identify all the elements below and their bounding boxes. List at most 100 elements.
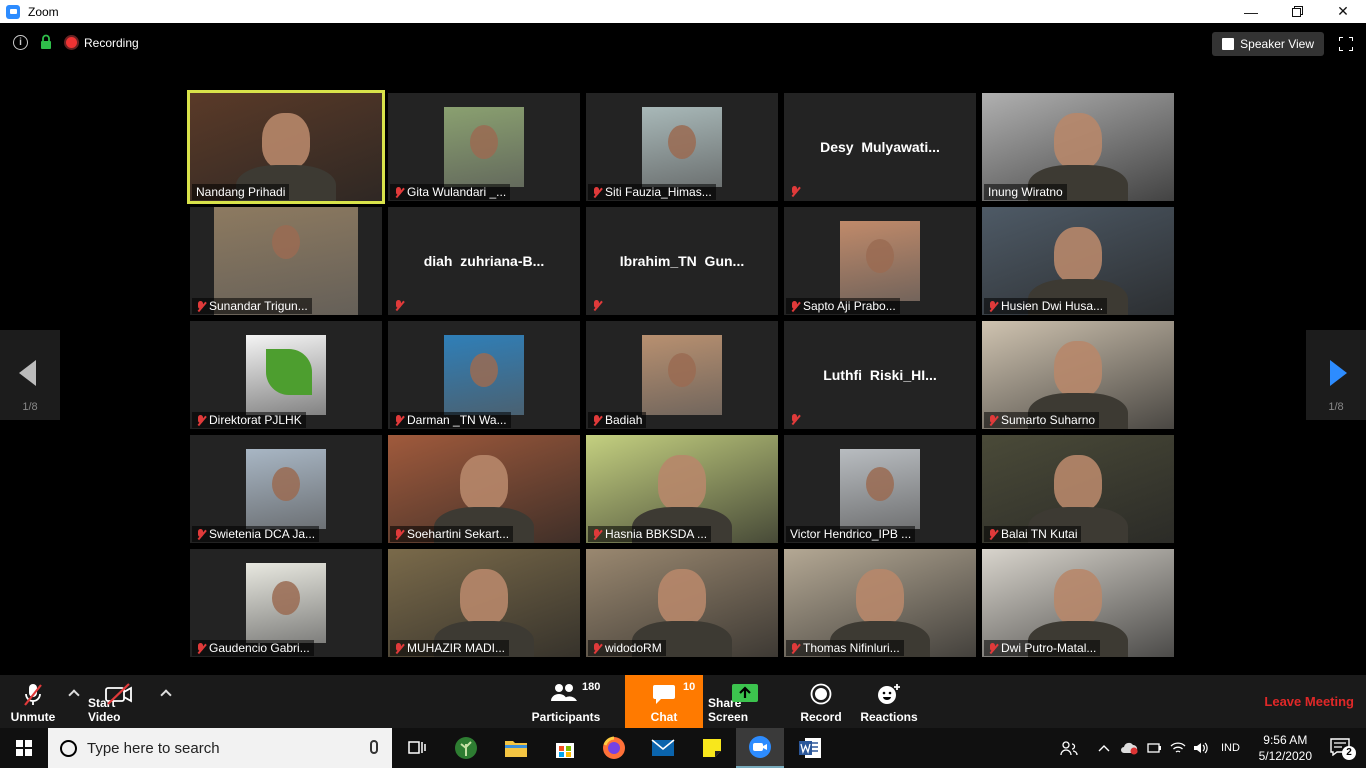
zoom-taskbar-icon[interactable] (736, 728, 784, 768)
speaker-view-button[interactable]: Speaker View (1212, 32, 1324, 56)
task-view-icon[interactable] (404, 734, 432, 762)
battery-plug-icon[interactable] (1146, 728, 1162, 768)
participant-tile[interactable]: Gaudencio Gabri... (190, 549, 382, 657)
people-icon[interactable] (1060, 728, 1078, 768)
participant-name-label: Inung Wiratno (984, 184, 1067, 200)
leave-meeting-button[interactable]: Leave Meeting (1264, 694, 1354, 709)
window-title: Zoom (28, 4, 59, 19)
participant-name-label: Dwi Putro-Matal... (984, 640, 1101, 656)
unmute-button[interactable]: Unmute (6, 675, 60, 728)
participant-name-display: Ibrahim_TN Gun... (619, 253, 745, 269)
participant-name-label: Gaudencio Gabri... (192, 640, 314, 656)
muted-mic-icon (790, 642, 799, 654)
participant-tile[interactable]: Hasnia BBKSDA ... (586, 435, 778, 543)
participant-tile[interactable]: Victor Hendrico_IPB ... (784, 435, 976, 543)
participant-tile[interactable]: Sapto Aji Prabo... (784, 207, 976, 315)
participant-tile[interactable]: Inung Wiratno (982, 93, 1174, 201)
volume-icon[interactable] (1193, 728, 1209, 768)
word-icon[interactable] (796, 734, 824, 762)
store-icon[interactable] (551, 734, 579, 762)
muted-mic-icon (394, 186, 403, 198)
reactions-button[interactable]: Reactions (858, 675, 920, 728)
participant-tile[interactable]: Luthfi Riski_HI... (784, 321, 976, 429)
onedrive-icon[interactable] (1120, 728, 1140, 768)
participant-tile[interactable]: Siti Fauzia_Himas... (586, 93, 778, 201)
muted-mic-icon (196, 300, 205, 312)
participant-name: Hasnia BBKSDA ... (605, 527, 708, 541)
participant-tile[interactable]: Husien Dwi Husa... (982, 207, 1174, 315)
record-button[interactable]: Record (796, 675, 846, 728)
taskbar-clock[interactable]: 9:56 AM 5/12/2020 (1259, 732, 1312, 764)
participant-name: Swietenia DCA Ja... (209, 527, 316, 541)
participant-name: Balai TN Kutai (1001, 527, 1078, 541)
participant-name-label: Swietenia DCA Ja... (192, 526, 320, 542)
participants-button[interactable]: 180 Participants (532, 675, 601, 728)
person-silhouette (866, 467, 894, 501)
participant-tile[interactable]: diah zuhriana-B... (388, 207, 580, 315)
participant-name-label: Gita Wulandari _... (390, 184, 511, 200)
participant-tile[interactable]: Gita Wulandari _... (388, 93, 580, 201)
fullscreen-icon[interactable] (1339, 37, 1353, 51)
participant-tile[interactable]: Swietenia DCA Ja... (190, 435, 382, 543)
participant-tile[interactable]: Badiah (586, 321, 778, 429)
participant-tile[interactable]: Nandang Prihadi (187, 90, 385, 204)
start-video-button[interactable]: Start Video (88, 675, 150, 728)
participant-tile[interactable]: Ibrahim_TN Gun... (586, 207, 778, 315)
participant-tile[interactable]: Sunandar Trigun... (190, 207, 382, 315)
participant-tile[interactable]: Direktorat PJLHK (190, 321, 382, 429)
plant-app-icon[interactable] (452, 734, 480, 762)
participant-tile[interactable]: Sumarto Suharno (982, 321, 1174, 429)
minimize-button[interactable]: — (1228, 0, 1274, 23)
person-silhouette (470, 353, 498, 387)
chat-label: Chat (650, 710, 678, 724)
muted-mic-icon (988, 300, 997, 312)
participant-name: MUHAZIR MADI... (407, 641, 505, 655)
share-screen-button[interactable]: Share Screen (708, 675, 782, 728)
info-icon[interactable]: i (13, 35, 28, 50)
participant-tile[interactable]: Darman _TN Wa... (388, 321, 580, 429)
mail-icon[interactable] (649, 734, 677, 762)
participant-tile[interactable]: Desy Mulyawati... (784, 93, 976, 201)
close-button[interactable]: ✕ (1320, 0, 1366, 23)
next-page-button[interactable]: 1/8 (1306, 330, 1366, 420)
video-options-caret-icon[interactable] (160, 689, 172, 701)
participant-tile[interactable]: Thomas Nifinluri... (784, 549, 976, 657)
start-button[interactable] (0, 728, 48, 768)
participant-name: Nandang Prihadi (196, 185, 286, 199)
person-silhouette (856, 569, 904, 625)
participant-tile[interactable]: Dwi Putro-Matal... (982, 549, 1174, 657)
wifi-icon[interactable] (1170, 728, 1186, 768)
video-off-icon (105, 683, 132, 705)
person-silhouette (658, 569, 706, 625)
file-explorer-icon[interactable] (502, 734, 530, 762)
input-language[interactable]: IND (1221, 728, 1240, 768)
participant-name-label: Victor Hendrico_IPB ... (786, 526, 916, 542)
chat-button[interactable]: 10 Chat (625, 675, 703, 728)
previous-page-button[interactable]: 1/8 (0, 330, 60, 420)
participant-tile[interactable]: Balai TN Kutai (982, 435, 1174, 543)
participant-name-label: Sapto Aji Prabo... (786, 298, 900, 314)
participant-tile[interactable]: Soehartini Sekart... (388, 435, 580, 543)
participant-name: Inung Wiratno (988, 185, 1063, 199)
person-silhouette (272, 225, 300, 259)
person-silhouette (272, 467, 300, 501)
participant-name-label: Thomas Nifinluri... (786, 640, 904, 656)
microphone-icon[interactable] (370, 740, 378, 754)
restore-button[interactable] (1274, 0, 1320, 23)
sticky-notes-icon[interactable] (698, 734, 726, 762)
person-silhouette (272, 581, 300, 615)
participant-tile[interactable]: widodoRM (586, 549, 778, 657)
participant-tile[interactable]: MUHAZIR MADI... (388, 549, 580, 657)
firefox-icon[interactable] (600, 734, 628, 762)
action-center-button[interactable]: 2 (1330, 738, 1356, 760)
search-placeholder: Type here to search (87, 739, 220, 757)
participant-name: widodoRM (605, 641, 662, 655)
recording-label: Recording (84, 36, 139, 50)
tray-chevron-up-icon[interactable] (1098, 728, 1110, 768)
page-indicator-right: 1/8 (1328, 401, 1344, 413)
person-silhouette (1054, 569, 1102, 625)
person-silhouette (658, 455, 706, 511)
audio-options-caret-icon[interactable] (68, 689, 80, 701)
taskbar-search[interactable]: Type here to search (48, 728, 392, 768)
lock-icon[interactable] (40, 34, 52, 50)
